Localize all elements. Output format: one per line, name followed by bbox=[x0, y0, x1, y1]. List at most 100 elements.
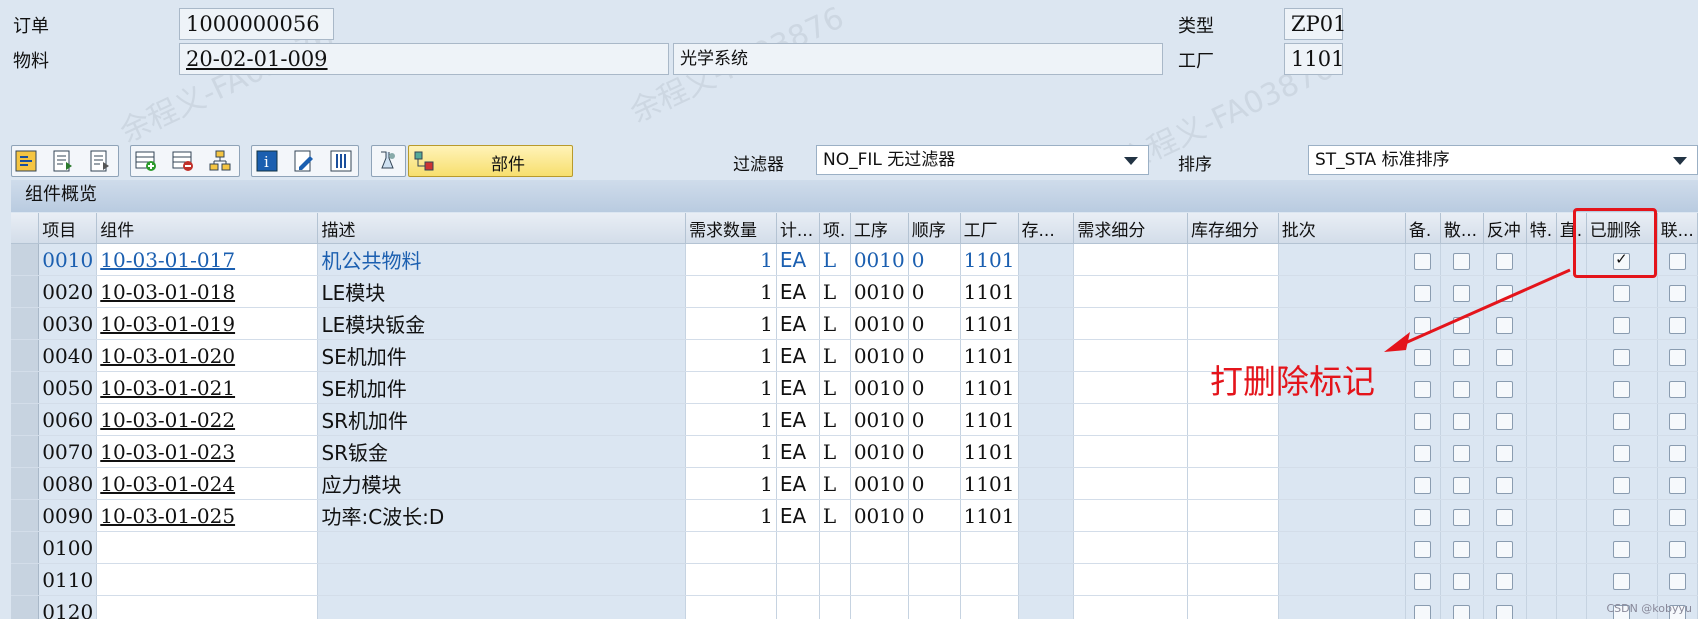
checkbox[interactable] bbox=[1613, 572, 1631, 590]
backflush-checkbox[interactable] bbox=[1483, 563, 1527, 596]
table-row[interactable]: 0080 10-03-01-024 应力模块 1 EA L 0010 0 1101 bbox=[11, 467, 1698, 500]
info-icon[interactable]: i bbox=[256, 150, 278, 172]
deleted-checkbox[interactable] bbox=[1586, 275, 1658, 308]
plant-field[interactable]: 1101 bbox=[1284, 43, 1344, 75]
linked-checkbox[interactable] bbox=[1657, 499, 1698, 532]
order-field[interactable]: 1000000056 bbox=[179, 8, 334, 40]
bulk-checkbox[interactable] bbox=[1405, 563, 1441, 596]
checkbox[interactable] bbox=[1453, 476, 1471, 494]
loose-checkbox[interactable] bbox=[1440, 403, 1484, 436]
checkbox[interactable] bbox=[1668, 348, 1686, 366]
component-cell[interactable]: 10-03-01-022 bbox=[96, 403, 319, 436]
bulk-checkbox[interactable] bbox=[1405, 403, 1441, 436]
deleted-checkbox[interactable] bbox=[1586, 435, 1658, 468]
checkbox[interactable] bbox=[1613, 380, 1631, 398]
component-cell[interactable]: 10-03-01-021 bbox=[96, 371, 319, 404]
loose-checkbox[interactable] bbox=[1440, 371, 1484, 404]
col-header[interactable]: 计... bbox=[776, 213, 820, 244]
col-header[interactable]: 批次 bbox=[1278, 213, 1406, 244]
checkbox[interactable] bbox=[1668, 284, 1686, 302]
bulk-checkbox[interactable] bbox=[1405, 499, 1441, 532]
checkbox[interactable] bbox=[1453, 572, 1471, 590]
checkbox[interactable] bbox=[1613, 444, 1631, 462]
backflush-checkbox[interactable] bbox=[1483, 595, 1527, 619]
checkbox[interactable] bbox=[1496, 508, 1514, 526]
row-selector[interactable] bbox=[11, 307, 40, 340]
backflush-checkbox[interactable] bbox=[1483, 403, 1527, 436]
col-header[interactable]: 散... bbox=[1440, 213, 1484, 244]
checkbox[interactable] bbox=[1414, 412, 1432, 430]
checkbox[interactable] bbox=[1613, 508, 1631, 526]
col-header[interactable]: 联... bbox=[1657, 213, 1698, 244]
checkbox[interactable] bbox=[1668, 252, 1686, 270]
col-header[interactable]: 存... bbox=[1018, 213, 1075, 244]
checkbox[interactable] bbox=[1668, 316, 1686, 334]
checkbox[interactable] bbox=[1414, 572, 1432, 590]
row-selector[interactable] bbox=[11, 531, 40, 564]
checkbox[interactable] bbox=[1668, 380, 1686, 398]
row-selector[interactable] bbox=[11, 563, 40, 596]
document-icon[interactable] bbox=[89, 150, 111, 172]
backflush-checkbox[interactable] bbox=[1483, 435, 1527, 468]
col-header[interactable]: 项目 bbox=[38, 213, 98, 244]
component-cell[interactable]: 10-03-01-020 bbox=[96, 339, 319, 372]
checkbox[interactable] bbox=[1668, 508, 1686, 526]
col-header[interactable]: 工序 bbox=[850, 213, 909, 244]
sort-dropdown[interactable]: ST_STA 标准排序 bbox=[1308, 145, 1698, 175]
checkbox[interactable] bbox=[1453, 412, 1471, 430]
row-selector[interactable] bbox=[11, 339, 40, 372]
material-field[interactable]: 20-02-01-009 bbox=[179, 43, 669, 75]
component-cell[interactable]: 10-03-01-023 bbox=[96, 435, 319, 468]
col-header[interactable]: 需求细分 bbox=[1073, 213, 1188, 244]
bulk-checkbox[interactable] bbox=[1405, 435, 1441, 468]
table-row[interactable]: 0050 10-03-01-021 SE机加件 1 EA L 0010 0 1101 bbox=[11, 371, 1698, 404]
checkbox[interactable] bbox=[1496, 476, 1514, 494]
checkbox[interactable] bbox=[1496, 540, 1514, 558]
deleted-checkbox[interactable] bbox=[1586, 499, 1658, 532]
linked-checkbox[interactable] bbox=[1657, 563, 1698, 596]
linked-checkbox[interactable] bbox=[1657, 531, 1698, 564]
linked-checkbox[interactable] bbox=[1657, 307, 1698, 340]
type-field[interactable]: ZP01 bbox=[1284, 8, 1346, 40]
backflush-checkbox[interactable] bbox=[1483, 499, 1527, 532]
checkbox[interactable] bbox=[1496, 412, 1514, 430]
table-row[interactable]: 0110 bbox=[11, 563, 1698, 596]
col-header[interactable]: 库存细分 bbox=[1187, 213, 1279, 244]
component-cell[interactable]: 10-03-01-025 bbox=[96, 499, 319, 532]
checkbox[interactable] bbox=[1613, 348, 1631, 366]
checkbox[interactable] bbox=[1414, 540, 1432, 558]
hierarchy-icon[interactable] bbox=[209, 150, 231, 172]
linked-checkbox[interactable] bbox=[1657, 339, 1698, 372]
loose-checkbox[interactable] bbox=[1440, 563, 1484, 596]
checkbox[interactable] bbox=[1613, 284, 1631, 302]
checkbox[interactable] bbox=[1496, 572, 1514, 590]
col-header[interactable]: 反冲 bbox=[1483, 213, 1527, 244]
checkbox[interactable] bbox=[1496, 444, 1514, 462]
component-cell[interactable] bbox=[96, 595, 319, 619]
table-row[interactable]: 0120 bbox=[11, 595, 1698, 619]
checkbox[interactable] bbox=[1453, 380, 1471, 398]
table-row[interactable]: 0100 bbox=[11, 531, 1698, 564]
checkbox[interactable] bbox=[1613, 540, 1631, 558]
checkbox[interactable] bbox=[1496, 604, 1514, 619]
checkbox[interactable] bbox=[1453, 540, 1471, 558]
checkbox[interactable] bbox=[1668, 476, 1686, 494]
loose-checkbox[interactable] bbox=[1440, 531, 1484, 564]
col-header[interactable]: 需求数量 bbox=[685, 213, 777, 244]
col-header[interactable]: 描述 bbox=[317, 213, 687, 244]
bulk-checkbox[interactable] bbox=[1405, 531, 1441, 564]
deleted-checkbox[interactable] bbox=[1586, 307, 1658, 340]
table-row[interactable]: 0070 10-03-01-023 SR钣金 1 EA L 0010 0 1101 bbox=[11, 435, 1698, 468]
deleted-checkbox[interactable] bbox=[1586, 371, 1658, 404]
checkbox[interactable] bbox=[1414, 476, 1432, 494]
checkbox[interactable] bbox=[1668, 412, 1686, 430]
deleted-checkbox[interactable] bbox=[1586, 403, 1658, 436]
checkbox[interactable] bbox=[1668, 540, 1686, 558]
linked-checkbox[interactable] bbox=[1657, 243, 1698, 276]
row-selector[interactable] bbox=[11, 243, 40, 276]
expand-icon[interactable] bbox=[15, 150, 37, 172]
col-header[interactable]: 工厂 bbox=[960, 213, 1019, 244]
linked-checkbox[interactable] bbox=[1657, 371, 1698, 404]
row-selector-header[interactable] bbox=[11, 213, 40, 244]
linked-checkbox[interactable] bbox=[1657, 275, 1698, 308]
